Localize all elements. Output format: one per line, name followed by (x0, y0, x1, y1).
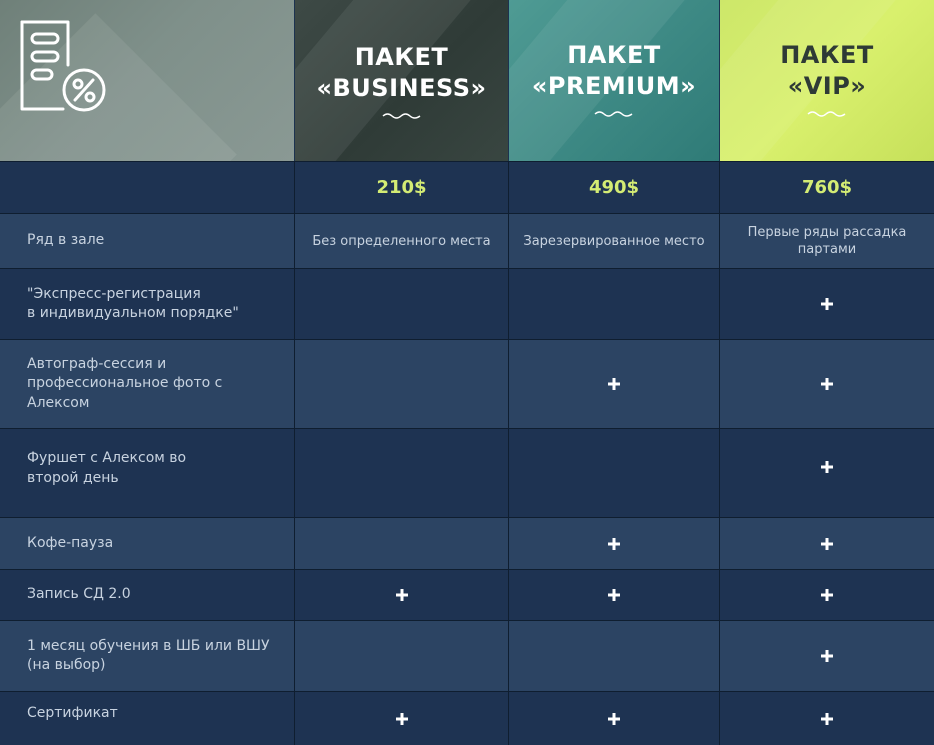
cell-business (295, 621, 509, 692)
cell-vip (720, 269, 934, 340)
cell-premium (509, 340, 720, 429)
cell-premium (509, 570, 720, 621)
row-label: 1 месяц обучения в ШБ или ВШУ (на выбор) (0, 621, 295, 692)
cell-vip (720, 340, 934, 429)
cell-business (295, 570, 509, 621)
cell-business (295, 518, 509, 570)
package-word: ПАКЕТ (567, 41, 661, 69)
package-title-premium: ПАКЕТ «PREMIUM» (509, 40, 719, 102)
package-title-business: ПАКЕТ «BUSINESS» (295, 42, 508, 104)
cell-vip (720, 429, 934, 518)
row-label: Ряд в зале (0, 214, 295, 269)
wave-icon (807, 111, 846, 117)
document-discount-icon (20, 20, 106, 112)
header-premium: ПАКЕТ «PREMIUM» (509, 0, 719, 161)
package-name: «VIP» (787, 72, 867, 100)
plus-icon (395, 712, 408, 725)
package-name: «BUSINESS» (316, 74, 487, 102)
plus-icon (608, 537, 620, 550)
cell-premium (509, 621, 720, 692)
cell-premium (509, 692, 720, 745)
package-word: ПАКЕТ (780, 41, 874, 69)
row-label: Фуршет с Алексом во второй день (0, 429, 295, 518)
row-label: Кофе-пауза (0, 518, 295, 570)
row-label: Сертификат (0, 692, 295, 745)
row-value-business: Без определенного места (295, 214, 509, 269)
plus-icon (608, 378, 620, 390)
plus-icon (821, 589, 833, 601)
cell-vip (720, 570, 934, 621)
plus-icon (821, 650, 833, 662)
wave-icon (382, 113, 420, 119)
row-label: Автограф-сессия и профессиональное фото … (0, 340, 295, 429)
plus-icon (821, 378, 833, 390)
row-label: "Экспресс-регистрация в индивидуальном п… (0, 269, 295, 340)
cell-vip (720, 518, 934, 570)
row-value-vip: Первые ряды рассадка партами (720, 214, 934, 269)
row-value-premium: Зарезервированное место (509, 214, 720, 269)
cell-business (295, 340, 509, 429)
cell-business (295, 269, 509, 340)
plus-icon (821, 537, 833, 550)
cell-business (295, 692, 509, 745)
package-word: ПАКЕТ (354, 43, 449, 71)
plus-icon (821, 461, 833, 473)
plus-icon (395, 589, 408, 601)
package-name: «PREMIUM» (531, 72, 697, 100)
cell-premium (509, 269, 720, 340)
plus-icon (821, 712, 833, 725)
pricing-table: ПАКЕТ «BUSINESS» ПАКЕТ «PREMIUM» ПАКЕТ «… (0, 0, 934, 745)
header-icon-cell (0, 0, 294, 161)
plus-icon (608, 712, 620, 725)
plus-icon (821, 298, 833, 310)
cell-business (295, 429, 509, 518)
wave-icon (594, 111, 633, 117)
package-title-vip: ПАКЕТ «VIP» (720, 40, 934, 102)
price-vip: 760$ (720, 161, 934, 214)
cell-premium (509, 429, 720, 518)
cell-premium (509, 518, 720, 570)
cell-vip (720, 621, 934, 692)
price-premium: 490$ (509, 161, 720, 214)
cell-vip (720, 692, 934, 745)
row-label: Запись СД 2.0 (0, 570, 295, 621)
header-vip: ПАКЕТ «VIP» (720, 0, 934, 161)
price-row-label (0, 161, 295, 214)
header-business: ПАКЕТ «BUSINESS» (295, 0, 508, 161)
price-business: 210$ (295, 161, 509, 214)
plus-icon (608, 589, 620, 601)
